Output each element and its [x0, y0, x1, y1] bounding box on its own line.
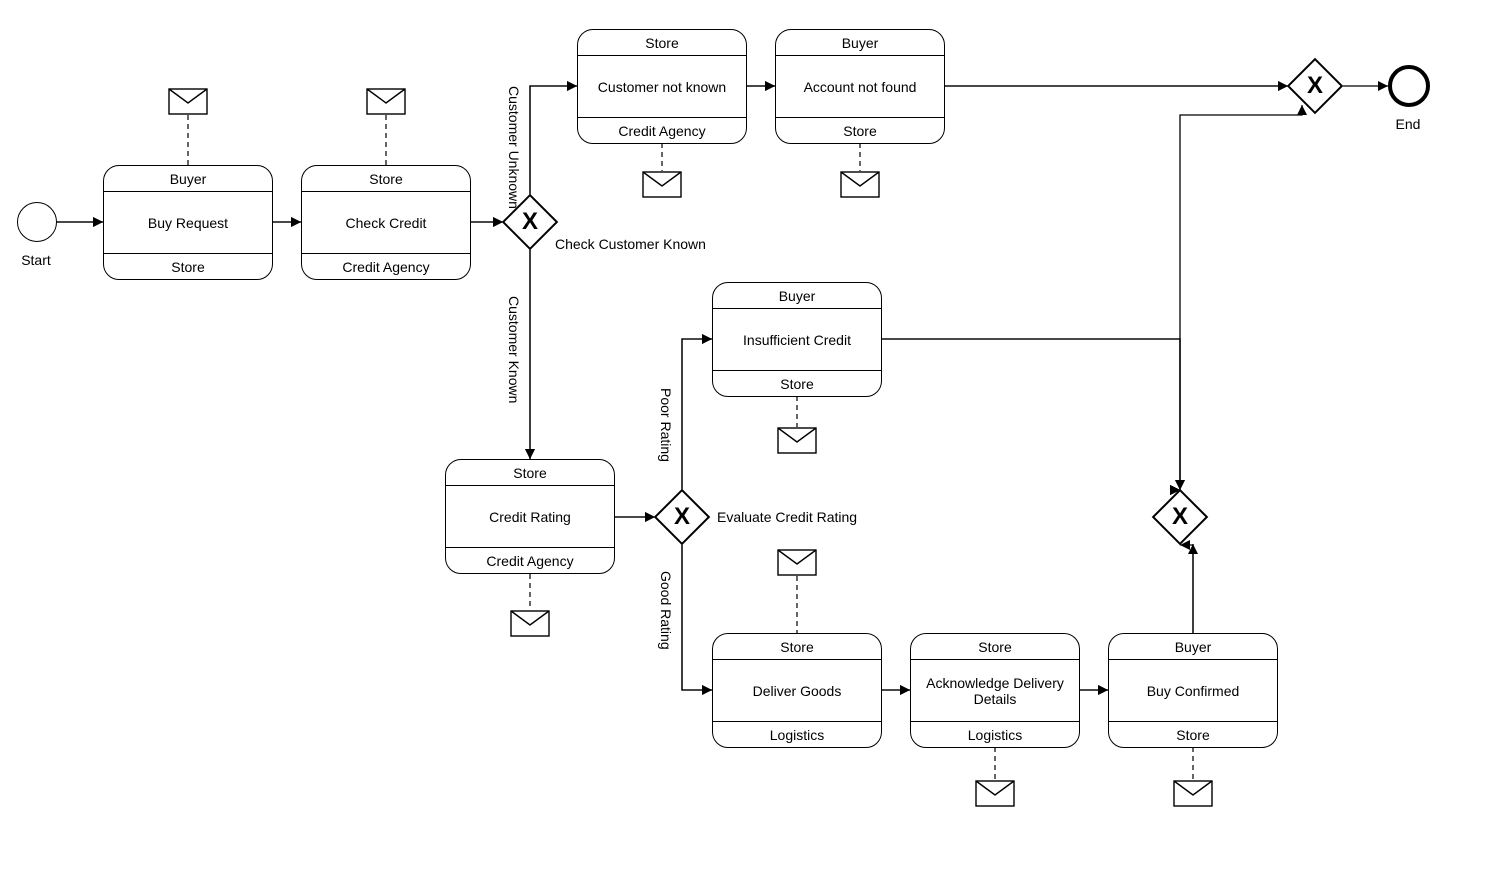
- start-label: Start: [6, 252, 66, 268]
- message-icon: [642, 171, 682, 198]
- task-header: Buyer: [713, 283, 881, 309]
- start-event: [17, 202, 57, 242]
- message-icon: [510, 610, 550, 637]
- task-header: Buyer: [1109, 634, 1277, 660]
- task-footer: Credit Agency: [302, 253, 470, 279]
- end-label: End: [1378, 116, 1438, 132]
- task-credit-rating: Store Credit Rating Credit Agency: [445, 459, 615, 574]
- flow-label-poor-rating: Poor Rating: [658, 370, 674, 480]
- task-header: Buyer: [104, 166, 272, 192]
- gateway-merge-upper: X: [1287, 58, 1344, 115]
- flow-label-good-rating: Good Rating: [658, 555, 674, 665]
- message-icon: [777, 427, 817, 454]
- task-header: Store: [446, 460, 614, 486]
- task-header: Store: [578, 30, 746, 56]
- gateway-label-evaluate-credit: Evaluate Credit Rating: [717, 509, 857, 525]
- task-header: Buyer: [776, 30, 944, 56]
- message-icon: [840, 171, 880, 198]
- task-insufficient-credit: Buyer Insufficient Credit Store: [712, 282, 882, 397]
- task-footer: Logistics: [911, 721, 1079, 747]
- message-icon: [168, 88, 208, 115]
- task-footer: Store: [776, 117, 944, 143]
- message-icon: [1173, 780, 1213, 807]
- task-customer-not-known: Store Customer not known Credit Agency: [577, 29, 747, 144]
- task-title: Customer not known: [578, 56, 746, 117]
- task-title: Acknowledge Delivery Details: [911, 660, 1079, 721]
- gateway-label-check-customer: Check Customer Known: [555, 236, 706, 252]
- task-footer: Store: [1109, 721, 1277, 747]
- task-footer: Store: [104, 253, 272, 279]
- flow-label-customer-known: Customer Known: [506, 275, 522, 425]
- task-header: Store: [911, 634, 1079, 660]
- task-footer: Store: [713, 370, 881, 396]
- task-ack-delivery: Store Acknowledge Delivery Details Logis…: [910, 633, 1080, 748]
- end-event: [1388, 65, 1430, 107]
- task-title: Credit Rating: [446, 486, 614, 547]
- task-account-not-found: Buyer Account not found Store: [775, 29, 945, 144]
- task-header: Store: [713, 634, 881, 660]
- message-icon: [975, 780, 1015, 807]
- bpmn-diagram: Start End Buyer Buy Request Store Store …: [0, 0, 1500, 873]
- task-title: Insufficient Credit: [713, 309, 881, 370]
- task-title: Deliver Goods: [713, 660, 881, 721]
- task-title: Buy Confirmed: [1109, 660, 1277, 721]
- task-deliver-goods: Store Deliver Goods Logistics: [712, 633, 882, 748]
- task-title: Buy Request: [104, 192, 272, 253]
- task-header: Store: [302, 166, 470, 192]
- message-icon: [366, 88, 406, 115]
- task-buy-request: Buyer Buy Request Store: [103, 165, 273, 280]
- task-title: Check Credit: [302, 192, 470, 253]
- message-icon: [777, 549, 817, 576]
- task-footer: Logistics: [713, 721, 881, 747]
- task-footer: Credit Agency: [578, 117, 746, 143]
- gateway-merge-lower: X: [1152, 489, 1209, 546]
- task-footer: Credit Agency: [446, 547, 614, 573]
- task-check-credit: Store Check Credit Credit Agency: [301, 165, 471, 280]
- task-title: Account not found: [776, 56, 944, 117]
- flow-label-customer-unknown: Customer Unknown: [506, 86, 522, 195]
- task-buy-confirmed: Buyer Buy Confirmed Store: [1108, 633, 1278, 748]
- gateway-evaluate-credit-rating: X: [654, 489, 711, 546]
